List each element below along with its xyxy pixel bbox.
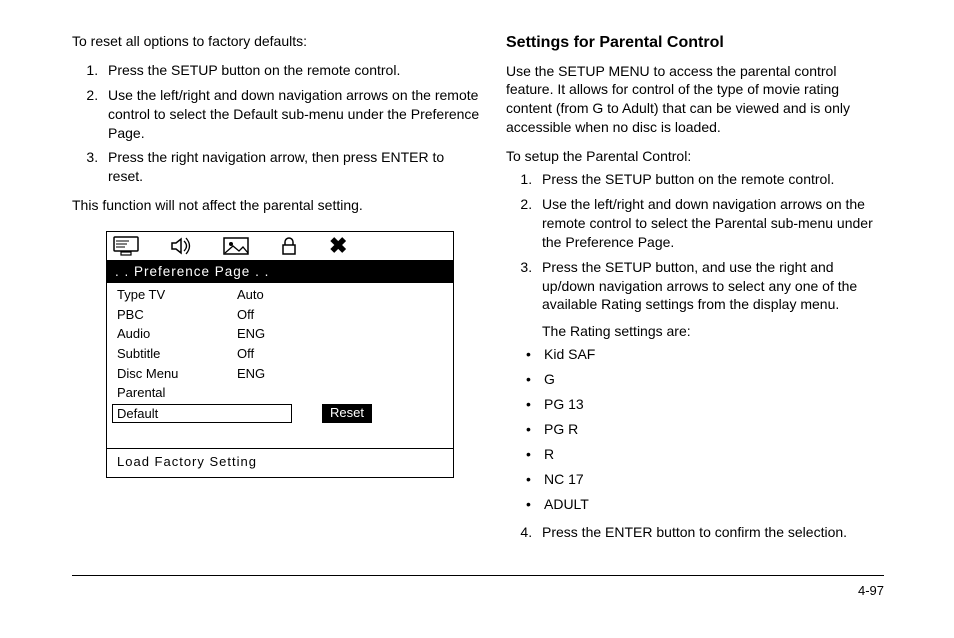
osd-row-label: PBC <box>117 306 237 324</box>
reset-step-3: Press the right navigation arrow, then p… <box>102 148 480 186</box>
parental-steps: Press the SETUP button on the remote con… <box>506 170 884 542</box>
osd-row-default-selected: Default Reset <box>107 403 453 425</box>
photo-icon <box>223 236 249 256</box>
osd-row-value: ENG <box>237 365 265 383</box>
parental-heading: Settings for Parental Control <box>506 32 884 54</box>
parental-step-3-text: Press the SETUP button, and use the righ… <box>542 259 857 313</box>
osd-row-disc-menu: Disc Menu ENG <box>107 364 453 384</box>
parental-step-4: Press the ENTER button to confirm the se… <box>536 523 884 542</box>
osd-row-subtitle: Subtitle Off <box>107 344 453 364</box>
left-column: To reset all options to factory defaults… <box>72 32 480 478</box>
osd-row-label: Disc Menu <box>117 365 237 383</box>
osd-row-type-tv: Type TV Auto <box>107 285 453 305</box>
osd-preference-page: ✖ . . Preference Page . . Type TV Auto P… <box>106 231 454 478</box>
osd-row-audio: Audio ENG <box>107 324 453 344</box>
osd-footer-text: Load Factory Setting <box>107 449 453 477</box>
screen-icon <box>113 236 139 256</box>
osd-selected-label: Default <box>112 404 292 424</box>
reset-steps: Press the SETUP button on the remote con… <box>72 61 480 186</box>
rating-item: Kid SAF <box>544 345 884 364</box>
parental-step-2: Use the left/right and down navigation a… <box>536 195 884 252</box>
rating-item: R <box>544 445 884 464</box>
parental-step-1: Press the SETUP button on the remote con… <box>536 170 884 189</box>
osd-row-label: Audio <box>117 325 237 343</box>
osd-title-bar: . . Preference Page . . <box>107 261 453 283</box>
osd-row-value: Off <box>237 306 254 324</box>
ratings-lead: The Rating settings are: <box>542 322 884 341</box>
reset-intro: To reset all options to factory defaults… <box>72 32 480 51</box>
lock-icon <box>279 236 299 256</box>
osd-row-value: ENG <box>237 325 265 343</box>
osd-row-pbc: PBC Off <box>107 305 453 325</box>
rating-item: PG 13 <box>544 395 884 414</box>
reset-step-1: Press the SETUP button on the remote con… <box>102 61 480 80</box>
osd-row-value: Auto <box>237 286 264 304</box>
rating-item: ADULT <box>544 495 884 514</box>
parental-intro: Use the SETUP MENU to access the parenta… <box>506 62 884 138</box>
ratings-list: Kid SAF G PG 13 PG R R NC 17 ADULT <box>542 345 884 513</box>
parental-lead: To setup the Parental Control: <box>506 147 884 166</box>
page-number: 4-97 <box>858 582 884 600</box>
osd-row-value: Off <box>237 345 254 363</box>
rating-item: PG R <box>544 420 884 439</box>
footer-rule <box>72 575 884 576</box>
rating-item: NC 17 <box>544 470 884 489</box>
osd-tab-icons: ✖ <box>107 232 453 261</box>
osd-selected-value: Reset <box>322 404 372 424</box>
reset-step-2: Use the left/right and down navigation a… <box>102 86 480 143</box>
osd-row-label: Parental <box>117 384 237 402</box>
close-icon: ✖ <box>329 235 347 257</box>
osd-spacer <box>107 426 453 449</box>
rating-item: G <box>544 370 884 389</box>
osd-rows: Type TV Auto PBC Off Audio ENG Subtitle … <box>107 283 453 426</box>
speaker-icon <box>169 236 193 256</box>
manual-page: To reset all options to factory defaults… <box>0 0 954 638</box>
right-column: Settings for Parental Control Use the SE… <box>506 32 884 552</box>
reset-note: This function will not affect the parent… <box>72 196 480 215</box>
osd-row-label: Type TV <box>117 286 237 304</box>
osd-row-parental: Parental <box>107 383 453 403</box>
parental-step-3: Press the SETUP button, and use the righ… <box>536 258 884 514</box>
osd-row-label: Subtitle <box>117 345 237 363</box>
